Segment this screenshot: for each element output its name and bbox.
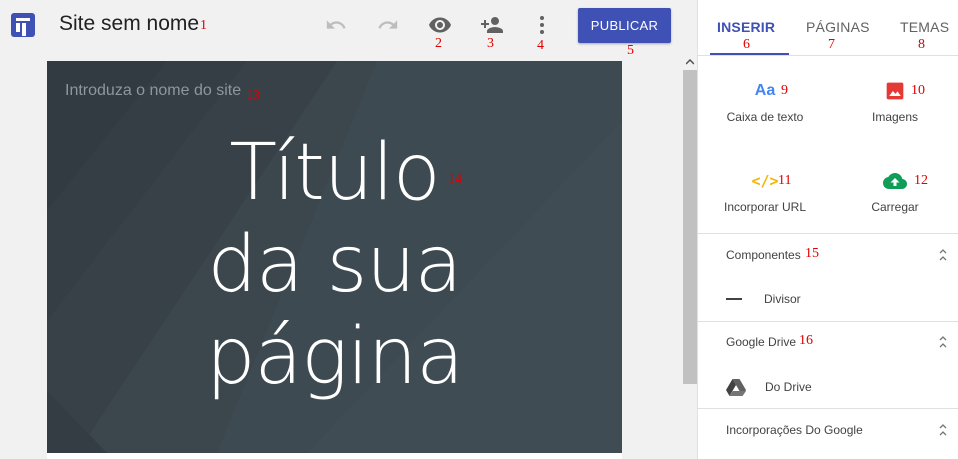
- drive-icon: [726, 379, 746, 396]
- section-title-componentes[interactable]: Componentes: [726, 248, 801, 262]
- sites-editor: Site sem nome 1 2 3 4 PUBLICAR 5 Introdu…: [0, 0, 958, 459]
- divider: [698, 321, 958, 322]
- divider: [698, 408, 958, 409]
- marker-1: 1: [200, 18, 207, 33]
- insert-divider-button[interactable]: Divisor: [726, 292, 801, 306]
- image-icon: [835, 80, 955, 102]
- publish-button[interactable]: PUBLICAR: [578, 8, 671, 43]
- text-box-icon: Aa: [754, 82, 776, 99]
- marker-15: 15: [805, 246, 819, 261]
- share-add-person-icon[interactable]: [479, 12, 505, 38]
- collapse-chevron-icon[interactable]: [936, 421, 950, 439]
- tab-paginas[interactable]: PÁGINAS: [806, 19, 870, 35]
- page-title-line: página: [205, 312, 464, 402]
- marker-13: 13: [246, 88, 260, 103]
- more-vert-icon[interactable]: [529, 12, 555, 38]
- tile-label: Caixa de texto: [726, 110, 804, 124]
- insert-text-box-button[interactable]: Aa Caixa de texto: [705, 80, 825, 124]
- marker-3: 3: [487, 36, 494, 51]
- insert-from-drive-button[interactable]: Do Drive: [726, 378, 812, 396]
- page-title-line: da sua: [207, 220, 463, 310]
- marker-6: 6: [743, 37, 750, 52]
- section-title-google-drive[interactable]: Google Drive: [726, 335, 796, 349]
- tile-label: Carregar: [871, 200, 919, 214]
- marker-10: 10: [911, 83, 925, 98]
- marker-8: 8: [918, 37, 925, 52]
- marker-2: 2: [435, 36, 442, 51]
- marker-16: 16: [799, 333, 813, 348]
- divider: [698, 55, 958, 56]
- sites-logo-icon[interactable]: [11, 13, 35, 37]
- preview-eye-icon[interactable]: [427, 12, 453, 38]
- marker-12: 12: [914, 173, 928, 188]
- page-header-canvas[interactable]: Introduza o nome do site Título da sua p…: [47, 61, 622, 453]
- upload-button[interactable]: Carregar: [835, 170, 955, 214]
- scrollbar-thumb[interactable]: [683, 70, 697, 384]
- upload-cloud-icon: [835, 170, 955, 192]
- redo-icon[interactable]: [375, 12, 401, 38]
- page-title[interactable]: Título da sua página: [47, 127, 622, 403]
- item-label: Divisor: [764, 292, 801, 306]
- site-name-input[interactable]: Introduza o nome do site: [65, 82, 241, 100]
- divider: [698, 233, 958, 234]
- collapse-chevron-icon[interactable]: [936, 333, 950, 351]
- tab-inserir[interactable]: INSERIR: [717, 19, 775, 35]
- insert-panel: INSERIR PÁGINAS TEMAS 6 7 8 Aa Caixa de …: [697, 0, 958, 459]
- top-bar: Site sem nome 1 2 3 4 PUBLICAR 5: [0, 0, 697, 58]
- item-label: Do Drive: [765, 380, 812, 394]
- embed-code-icon: </>: [751, 172, 779, 190]
- marker-11: 11: [778, 173, 792, 188]
- collapse-chevron-icon[interactable]: [936, 246, 950, 264]
- marker-4: 4: [537, 38, 544, 53]
- insert-images-button[interactable]: Imagens: [835, 80, 955, 124]
- canvas-next-section: [47, 453, 622, 459]
- marker-14: 14: [448, 172, 462, 187]
- undo-icon[interactable]: [323, 12, 349, 38]
- page-title-line: Título: [229, 128, 440, 218]
- scroll-up-arrow-icon[interactable]: [683, 55, 697, 69]
- section-title-google-embeds[interactable]: Incorporações Do Google: [726, 423, 863, 437]
- tile-label: Imagens: [871, 110, 919, 124]
- marker-7: 7: [828, 37, 835, 52]
- insert-embed-url-button[interactable]: </> Incorporar URL: [705, 170, 825, 214]
- divider-icon: [726, 298, 742, 300]
- site-title[interactable]: Site sem nome: [59, 12, 199, 36]
- tab-temas[interactable]: TEMAS: [900, 19, 949, 35]
- tile-label: Incorporar URL: [723, 200, 807, 214]
- marker-9: 9: [781, 83, 788, 98]
- marker-5: 5: [627, 43, 634, 58]
